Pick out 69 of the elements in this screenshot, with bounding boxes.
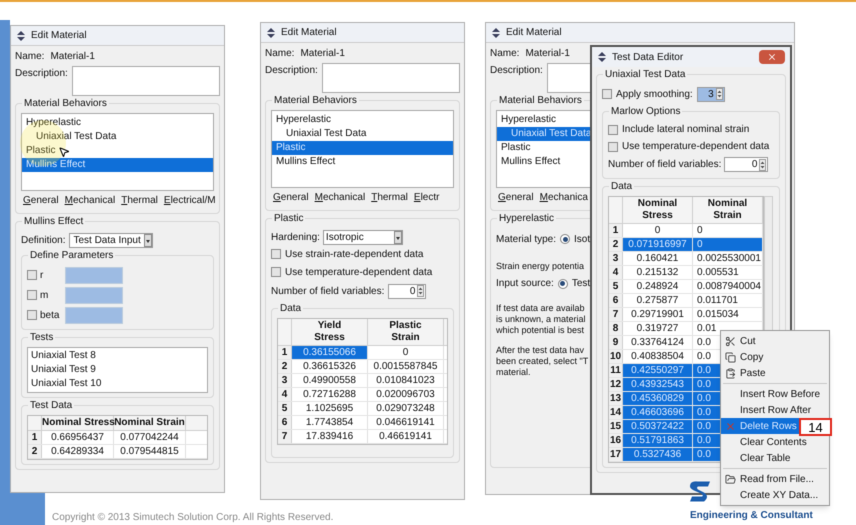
- row-number: 8: [609, 322, 623, 335]
- row-number: 1: [609, 224, 623, 237]
- row-number: 3: [609, 252, 623, 265]
- material-name: Material-1: [525, 46, 570, 60]
- field-label: Name:: [490, 46, 520, 60]
- material-name: Material-1: [300, 46, 345, 60]
- window-title: Edit Material: [506, 26, 562, 40]
- row-number: 5: [609, 280, 623, 293]
- group-title: Hyperelastic: [497, 212, 556, 225]
- parameter-label: beta: [40, 308, 60, 322]
- row-number: 13: [609, 392, 623, 405]
- row-number: 7: [609, 308, 623, 321]
- option-label: Include lateral nominal strain: [622, 123, 750, 137]
- option-label: Use strain-rate-dependent data: [285, 248, 424, 262]
- material-name: Material-1: [50, 50, 95, 64]
- row-number: 1: [28, 431, 42, 444]
- row-number: 5: [278, 402, 292, 415]
- column-header: Plastic Strain: [368, 319, 444, 345]
- row-number: 4: [278, 388, 292, 401]
- window-title: Edit Material: [281, 26, 337, 40]
- option-label: Test: [572, 277, 590, 291]
- field-label: Definition:: [21, 234, 66, 248]
- row-number: 1: [278, 346, 292, 359]
- row-number: 4: [609, 266, 623, 279]
- row-number: 2: [609, 238, 623, 251]
- column-header: Yield Stress: [292, 319, 368, 345]
- field-label: Strain energy potentia: [496, 260, 584, 273]
- field-label: Name:: [265, 46, 294, 60]
- row-number: 10: [609, 350, 623, 363]
- row-number: 3: [278, 374, 292, 387]
- field-label: Number of field variables:: [271, 284, 384, 298]
- row-number: 11: [609, 364, 623, 377]
- field-label: Description:: [15, 67, 68, 81]
- row-number: 9: [609, 336, 623, 349]
- field-label: Material type:: [496, 232, 556, 246]
- option-label: Isot: [574, 232, 590, 246]
- row-number: 14: [609, 406, 623, 419]
- group-title: Marlow Options: [609, 105, 682, 118]
- row-number: 15: [609, 420, 623, 433]
- option-label: Use temperature-dependent data: [285, 266, 432, 280]
- window-title: Edit Material: [31, 29, 87, 43]
- row-number: 2: [28, 445, 42, 458]
- step-annotation: 14: [799, 418, 832, 436]
- field-label: Description:: [490, 64, 543, 78]
- field-label: Input source:: [496, 277, 554, 291]
- row-number: 6: [278, 416, 292, 429]
- parameter-label: m: [40, 288, 50, 302]
- field-label: Hardening:: [271, 231, 320, 245]
- window-title: Test Data Editor: [612, 50, 684, 64]
- row-number: 7: [278, 430, 292, 443]
- row-number: 16: [609, 434, 623, 447]
- field-label: Number of field variables:: [608, 158, 722, 172]
- option-label: Apply smoothing:: [616, 88, 693, 102]
- parameter-label: r: [40, 268, 44, 282]
- column-header: Nominal Stress: [623, 197, 693, 223]
- copyright-text: Copyright © 2013 Simutech Solution Corp. All Rights Reserved.: [52, 511, 334, 525]
- row-number: 2: [278, 360, 292, 373]
- field-label: Name:: [15, 50, 44, 64]
- column-header: Nominal Stress: [42, 416, 114, 430]
- row-number: 12: [609, 378, 623, 391]
- column-header: Nominal Strain: [693, 197, 763, 223]
- field-label: Description:: [265, 64, 318, 78]
- help-paragraph: After the test data hav been created, select "T material.: [496, 344, 588, 378]
- column-header: Nominal Strain: [114, 416, 186, 430]
- row-number: 6: [609, 294, 623, 307]
- option-label: Use temperature-dependent data: [622, 140, 770, 154]
- logo-tagline: Engineering & Consultant: [690, 509, 813, 523]
- help-paragraph: If test data are availab is unknown, a material which potential is best: [496, 302, 586, 336]
- row-number: 17: [609, 448, 623, 461]
